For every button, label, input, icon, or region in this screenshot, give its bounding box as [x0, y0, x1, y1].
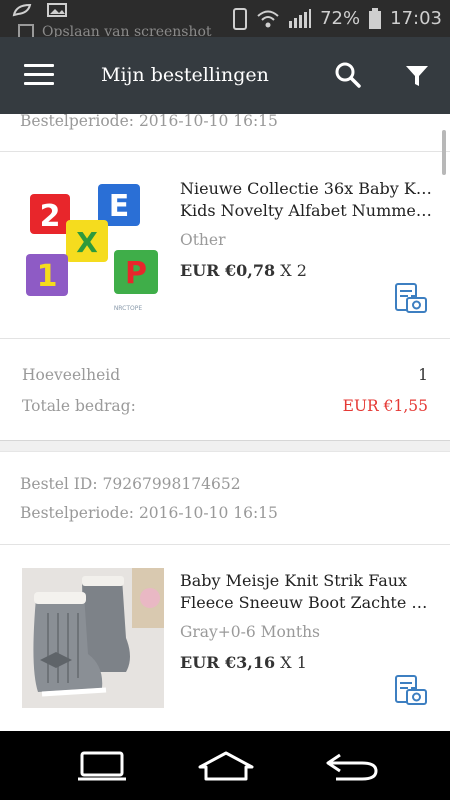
battery-icon: [369, 7, 382, 29]
back-icon[interactable]: [322, 749, 382, 783]
status-bar: Opslaan van screenshot 72% 17:03: [0, 0, 450, 40]
svg-text:P: P: [125, 256, 147, 291]
page-title: Mijn bestellingen: [101, 64, 269, 86]
product-image-boots: [22, 568, 164, 708]
menu-button[interactable]: [24, 64, 54, 86]
product-variant: Gray+0-6 Months: [180, 623, 321, 641]
home-icon[interactable]: [196, 749, 256, 783]
order-period: Bestelperiode: 2016-10-10 16:15: [20, 114, 278, 130]
order-product-item[interactable]: 2 E X 1 P NRCTOPE Nieuwe Collectie 36x B…: [0, 152, 450, 338]
system-nav-bar: [0, 731, 450, 800]
status-right-area: 72% 17:03: [232, 0, 442, 37]
svg-text:E: E: [109, 189, 130, 224]
divider: [0, 338, 450, 339]
product-variant: Other: [180, 231, 226, 249]
signal-icon: [289, 8, 312, 28]
filter-icon[interactable]: [404, 63, 430, 89]
svg-text:X: X: [76, 226, 98, 259]
search-icon[interactable]: [334, 61, 362, 89]
svg-text:NRCTOPE: NRCTOPE: [114, 305, 143, 312]
order-id: Bestel ID: 79267998174652: [20, 475, 241, 493]
menu-icon: [24, 64, 54, 67]
product-image-puzzle: 2 E X 1 P NRCTOPE: [22, 176, 164, 316]
battery-percent: 72%: [320, 8, 361, 29]
product-price: EUR €3,16 X 1: [180, 653, 307, 672]
order-period: Bestelperiode: 2016-10-10 16:15: [20, 504, 278, 522]
puzzle-mats-image: 2 E X 1 P NRCTOPE: [22, 176, 164, 316]
wifi-icon: [257, 10, 279, 27]
product-price: EUR €0,78 X 2: [180, 261, 307, 280]
svg-text:2: 2: [40, 199, 61, 234]
orders-list[interactable]: Bestelperiode: 2016-10-10 16:15 2 E X 1: [0, 114, 450, 731]
product-name[interactable]: Nieuwe Collectie 36x Baby Kind Kids Nove…: [180, 178, 435, 222]
clock: 17:03: [390, 8, 442, 29]
svg-text:1: 1: [37, 259, 58, 294]
photo-review-icon[interactable]: [392, 282, 428, 316]
order-separator: [0, 440, 450, 452]
order-product-item[interactable]: Baby Meisje Knit Strik Faux Fleece Sneeu…: [0, 544, 450, 730]
photo-review-icon[interactable]: [392, 674, 428, 708]
product-name[interactable]: Baby Meisje Knit Strik Faux Fleece Sneeu…: [180, 570, 435, 614]
gallery-icon: [47, 3, 67, 17]
phone-icon: [233, 7, 248, 30]
baby-boots-image: [22, 568, 164, 708]
notification-leaf-icon: [12, 3, 32, 17]
app-toolbar: Mijn bestellingen: [0, 37, 450, 114]
scrollbar[interactable]: [442, 130, 446, 175]
status-left-icons: [12, 3, 68, 17]
recent-apps-icon[interactable]: [72, 749, 132, 783]
